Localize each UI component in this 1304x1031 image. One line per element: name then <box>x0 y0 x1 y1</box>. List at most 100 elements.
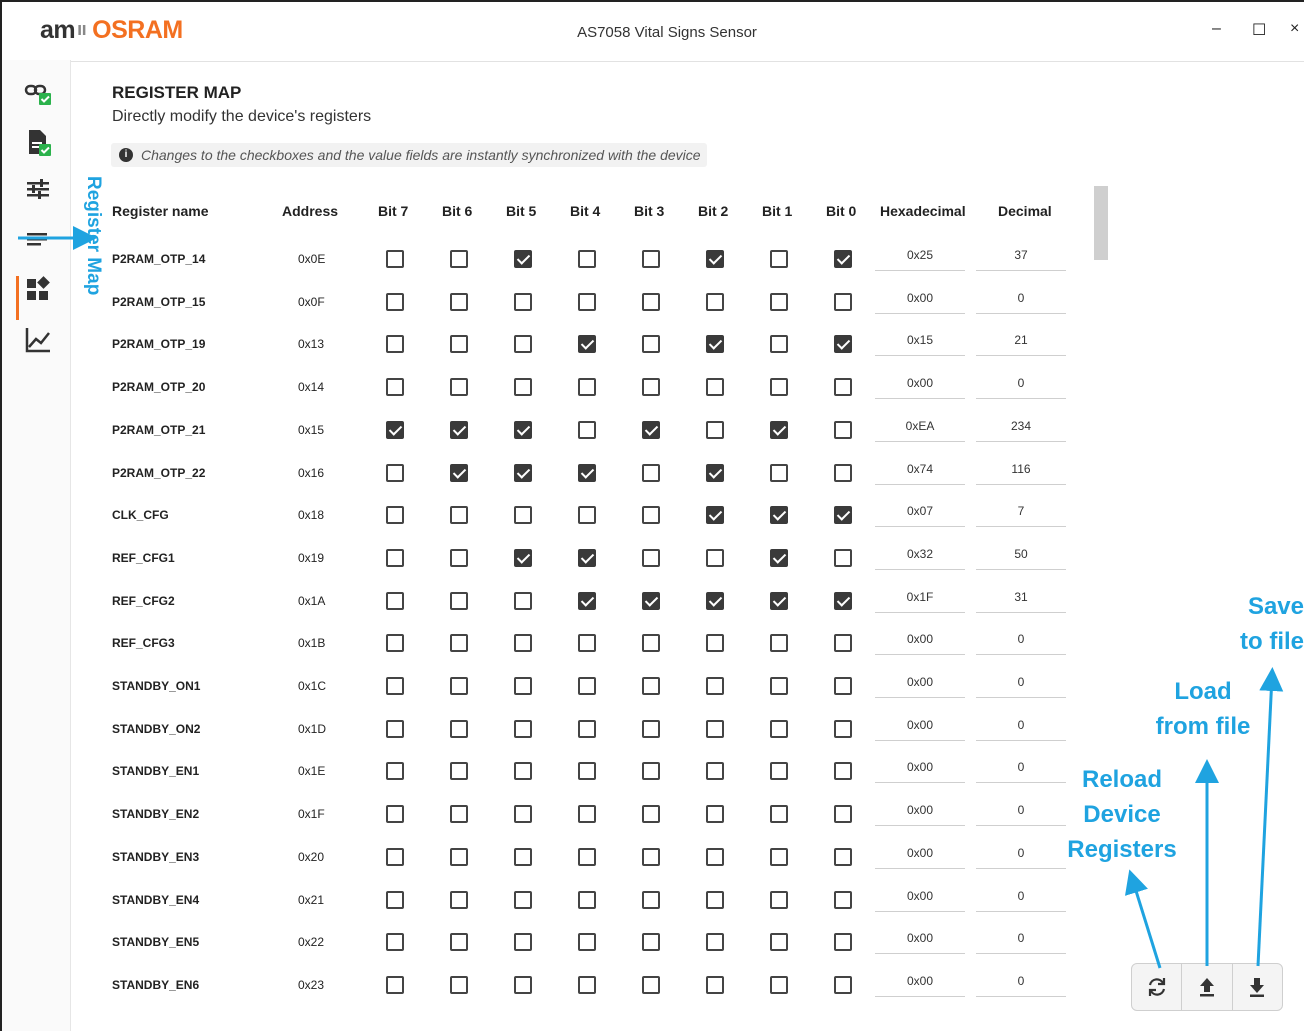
bit0-checkbox[interactable] <box>834 506 852 525</box>
sidebar-item-document[interactable] <box>14 123 62 163</box>
bit2-checkbox[interactable] <box>706 933 724 952</box>
bit7-checkbox[interactable] <box>386 719 404 738</box>
bit2-checkbox[interactable] <box>706 890 724 909</box>
bit6-checkbox[interactable] <box>450 847 468 866</box>
bit2-checkbox[interactable] <box>706 378 724 397</box>
bit0-checkbox[interactable] <box>834 463 852 482</box>
bit4-checkbox[interactable] <box>578 805 596 824</box>
bit3-checkbox[interactable] <box>642 634 660 653</box>
bit5-checkbox[interactable] <box>514 805 532 824</box>
decimal-value-field[interactable]: 21 <box>976 328 1066 357</box>
bit6-checkbox[interactable] <box>450 378 468 397</box>
bit4-checkbox[interactable] <box>578 677 596 695</box>
bit7-checkbox[interactable] <box>386 378 404 397</box>
bit3-checkbox[interactable] <box>642 677 660 695</box>
bit6-checkbox[interactable] <box>450 463 468 482</box>
hex-value-field[interactable]: 0x00 <box>875 798 965 827</box>
bit1-checkbox[interactable] <box>770 591 788 610</box>
decimal-value-field[interactable]: 37 <box>976 243 1066 271</box>
bit1-checkbox[interactable] <box>770 548 788 567</box>
bit4-checkbox[interactable] <box>578 719 596 738</box>
bit6-checkbox[interactable] <box>450 591 468 610</box>
bit5-checkbox[interactable] <box>514 719 532 738</box>
hex-value-field[interactable]: 0xEA <box>875 414 965 442</box>
bit2-checkbox[interactable] <box>706 805 724 824</box>
bit7-checkbox[interactable] <box>386 847 404 866</box>
hex-value-field[interactable]: 0x32 <box>875 542 965 570</box>
bit6-checkbox[interactable] <box>450 719 468 738</box>
bit4-checkbox[interactable] <box>578 250 596 268</box>
minimize-button[interactable]: – <box>1212 20 1221 38</box>
bit2-checkbox[interactable] <box>706 548 724 567</box>
decimal-value-field[interactable]: 7 <box>976 499 1066 528</box>
bit2-checkbox[interactable] <box>706 292 724 311</box>
bit7-checkbox[interactable] <box>386 335 404 354</box>
bit4-checkbox[interactable] <box>578 975 596 994</box>
hex-value-field[interactable]: 0x00 <box>875 286 965 314</box>
bit1-checkbox[interactable] <box>770 805 788 824</box>
bit5-checkbox[interactable] <box>514 677 532 695</box>
bit2-checkbox[interactable] <box>706 634 724 653</box>
load-from-file-button[interactable] <box>1182 964 1233 1010</box>
bit1-checkbox[interactable] <box>770 933 788 952</box>
bit0-checkbox[interactable] <box>834 933 852 952</box>
bit6-checkbox[interactable] <box>450 548 468 567</box>
bit3-checkbox[interactable] <box>642 292 660 311</box>
bit3-checkbox[interactable] <box>642 762 660 781</box>
sidebar-item-connection[interactable] <box>14 72 62 112</box>
decimal-value-field[interactable]: 50 <box>976 542 1066 570</box>
bit7-checkbox[interactable] <box>386 548 404 567</box>
bit0-checkbox[interactable] <box>834 847 852 866</box>
bit5-checkbox[interactable] <box>514 762 532 781</box>
decimal-value-field[interactable]: 0 <box>976 670 1066 698</box>
decimal-value-field[interactable]: 0 <box>976 713 1066 741</box>
bit3-checkbox[interactable] <box>642 933 660 952</box>
hex-value-field[interactable]: 0x00 <box>875 926 965 955</box>
bit2-checkbox[interactable] <box>706 719 724 738</box>
bit4-checkbox[interactable] <box>578 292 596 311</box>
bit7-checkbox[interactable] <box>386 506 404 525</box>
bit2-checkbox[interactable] <box>706 420 724 439</box>
bit3-checkbox[interactable] <box>642 975 660 994</box>
hex-value-field[interactable]: 0x00 <box>875 371 965 400</box>
bit2-checkbox[interactable] <box>706 335 724 354</box>
decimal-value-field[interactable]: 0 <box>976 286 1066 314</box>
bit5-checkbox[interactable] <box>514 591 532 610</box>
bit0-checkbox[interactable] <box>834 548 852 567</box>
bit3-checkbox[interactable] <box>642 420 660 439</box>
bit4-checkbox[interactable] <box>578 933 596 952</box>
bit7-checkbox[interactable] <box>386 890 404 909</box>
decimal-value-field[interactable]: 0 <box>976 627 1066 656</box>
bit0-checkbox[interactable] <box>834 719 852 738</box>
bit2-checkbox[interactable] <box>706 591 724 610</box>
bit4-checkbox[interactable] <box>578 762 596 781</box>
hex-value-field[interactable]: 0x00 <box>875 969 965 997</box>
decimal-value-field[interactable]: 234 <box>976 414 1066 442</box>
bit6-checkbox[interactable] <box>450 677 468 695</box>
bit3-checkbox[interactable] <box>642 250 660 268</box>
hex-value-field[interactable]: 0x00 <box>875 884 965 912</box>
bit7-checkbox[interactable] <box>386 762 404 781</box>
bit1-checkbox[interactable] <box>770 890 788 909</box>
bit3-checkbox[interactable] <box>642 591 660 610</box>
decimal-value-field[interactable]: 0 <box>976 841 1066 869</box>
bit6-checkbox[interactable] <box>450 890 468 909</box>
bit0-checkbox[interactable] <box>834 335 852 354</box>
bit0-checkbox[interactable] <box>834 975 852 994</box>
decimal-value-field[interactable]: 0 <box>976 371 1066 400</box>
bit0-checkbox[interactable] <box>834 378 852 397</box>
bit4-checkbox[interactable] <box>578 335 596 354</box>
bit7-checkbox[interactable] <box>386 975 404 994</box>
scrollbar-thumb[interactable] <box>1094 186 1108 260</box>
hex-value-field[interactable]: 0x00 <box>875 841 965 869</box>
reload-device-registers-button[interactable] <box>1132 964 1183 1010</box>
bit2-checkbox[interactable] <box>706 506 724 525</box>
bit4-checkbox[interactable] <box>578 634 596 653</box>
bit7-checkbox[interactable] <box>386 634 404 653</box>
bit1-checkbox[interactable] <box>770 420 788 439</box>
bit7-checkbox[interactable] <box>386 933 404 952</box>
bit4-checkbox[interactable] <box>578 548 596 567</box>
bit1-checkbox[interactable] <box>770 292 788 311</box>
sidebar-item-settings[interactable] <box>14 170 62 210</box>
bit1-checkbox[interactable] <box>770 634 788 653</box>
